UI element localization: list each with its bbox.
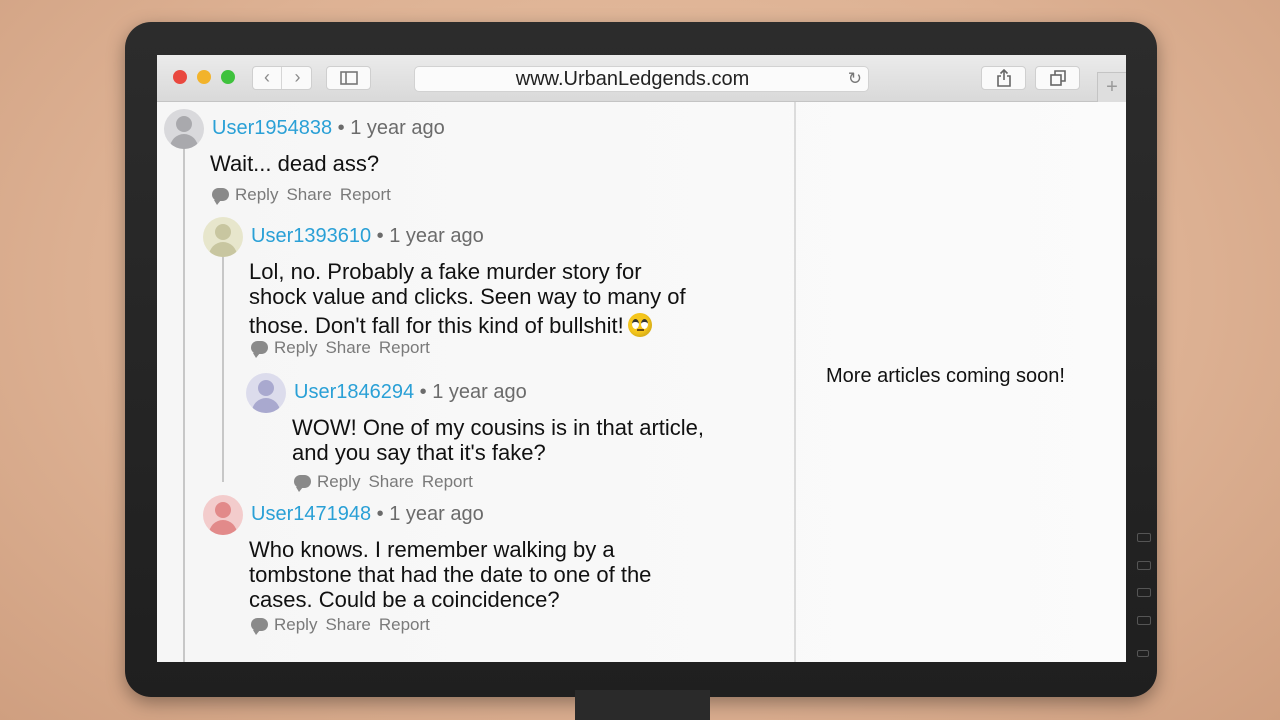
avatar-head: [176, 116, 192, 132]
reload-icon[interactable]: ↻: [848, 68, 862, 90]
comment-actions: Reply Share Report: [212, 185, 391, 205]
share-link[interactable]: Share: [325, 338, 370, 357]
reply-button[interactable]: Reply: [235, 185, 278, 204]
minimize-window-button[interactable]: [197, 70, 211, 84]
comment-bubble-icon: [251, 618, 268, 635]
reply-button[interactable]: Reply: [274, 615, 317, 634]
report-link[interactable]: Report: [422, 472, 473, 491]
comment-line: tombstone that had the date to one of th…: [249, 562, 652, 587]
avatar[interactable]: [203, 495, 243, 535]
column-divider: [794, 102, 796, 662]
username-link[interactable]: User1471948: [251, 503, 371, 525]
comment-meta: User1471948 • 1 year ago: [251, 503, 484, 526]
share-button[interactable]: [981, 66, 1026, 90]
sidebar-icon: [339, 71, 358, 85]
share-icon: [996, 68, 1011, 87]
chevron-right-icon[interactable]: ›: [283, 67, 312, 89]
share-link[interactable]: Share: [368, 472, 413, 491]
comment-line: shock value and clicks. Seen way to many…: [249, 284, 686, 309]
username-link[interactable]: User1393610: [251, 225, 371, 247]
comment-line: those. Don't fall for this kind of bulls…: [249, 313, 624, 338]
comment-bubble-icon: [212, 188, 229, 205]
sidebar-message: More articles coming soon!: [826, 365, 1065, 387]
monitor-stand: [575, 690, 710, 720]
comment-line: Wait... dead ass?: [210, 151, 380, 176]
comment-actions: Reply Share Report: [251, 338, 430, 358]
reply-button[interactable]: Reply: [274, 338, 317, 357]
url-text: www.UrbanLedgends.com: [515, 68, 750, 90]
comment-bubble-icon: [294, 475, 311, 492]
username-link[interactable]: User1846294: [294, 381, 414, 403]
share-link[interactable]: Share: [286, 185, 331, 204]
comment-line: Who knows. I remember walking by a: [249, 537, 615, 562]
report-link[interactable]: Report: [379, 615, 430, 634]
comment-line: cases. Could be a coincidence?: [249, 587, 560, 612]
avatar-body: [209, 242, 237, 257]
comment-meta: User1846294 • 1 year ago: [294, 381, 527, 404]
comment-text: Who knows. I remember walking by a tombs…: [249, 537, 651, 612]
comment-text: Lol, no. Probably a fake murder story fo…: [249, 259, 686, 338]
timestamp: • 1 year ago: [419, 381, 527, 403]
browser-toolbar: ‹ › www.UrbanLedgends.com ↻ +: [157, 55, 1126, 102]
monitor-button[interactable]: [1137, 616, 1151, 625]
monitor-button[interactable]: [1137, 561, 1151, 570]
avatar[interactable]: [164, 109, 204, 149]
comment-line: Lol, no. Probably a fake murder story fo…: [249, 259, 642, 284]
monitor-button[interactable]: [1137, 533, 1151, 542]
avatar[interactable]: [203, 217, 243, 257]
avatar[interactable]: [246, 373, 286, 413]
comment-meta: User1954838 • 1 year ago: [212, 117, 445, 140]
share-link[interactable]: Share: [325, 615, 370, 634]
history-nav: ‹ ›: [252, 66, 312, 90]
comment-actions: Reply Share Report: [251, 615, 430, 635]
avatar-body: [209, 520, 237, 535]
rolling-eyes-emoji-icon: [627, 313, 652, 337]
zoom-window-button[interactable]: [221, 70, 235, 84]
close-window-button[interactable]: [173, 70, 187, 84]
browser-window: ‹ › www.UrbanLedgends.com ↻ + User195483…: [157, 55, 1126, 662]
monitor-button[interactable]: [1137, 588, 1151, 597]
avatar-head: [215, 502, 231, 518]
avatar-head: [258, 380, 274, 396]
tabs-icon: [1049, 70, 1066, 86]
sidebar-toggle-button[interactable]: [326, 66, 371, 90]
timestamp: • 1 year ago: [376, 503, 484, 525]
comment-text: Wait... dead ass?: [210, 151, 379, 176]
comment-bubble-icon: [251, 341, 268, 358]
username-link[interactable]: User1954838: [212, 117, 332, 139]
power-button[interactable]: [1137, 650, 1149, 657]
report-link[interactable]: Report: [379, 338, 430, 357]
comment-meta: User1393610 • 1 year ago: [251, 225, 484, 248]
show-tabs-button[interactable]: [1035, 66, 1080, 90]
comment-actions: Reply Share Report: [294, 472, 473, 492]
address-bar[interactable]: www.UrbanLedgends.com ↻: [414, 66, 869, 92]
report-link[interactable]: Report: [340, 185, 391, 204]
page-content: User1954838 • 1 year ago Wait... dead as…: [157, 102, 1126, 662]
chevron-left-icon[interactable]: ‹: [253, 67, 282, 89]
timestamp: • 1 year ago: [337, 117, 445, 139]
comment-text: WOW! One of my cousins is in that articl…: [292, 415, 704, 465]
comment-line-with-emoji: those. Don't fall for this kind of bulls…: [249, 309, 686, 338]
avatar-head: [215, 224, 231, 240]
avatar-body: [170, 134, 198, 149]
thread-line: [222, 256, 224, 482]
thread-line: [183, 136, 185, 662]
comment-line: and you say that it's fake?: [292, 440, 546, 465]
comment-line: WOW! One of my cousins is in that articl…: [292, 415, 705, 440]
timestamp: • 1 year ago: [376, 225, 484, 247]
reply-button[interactable]: Reply: [317, 472, 360, 491]
avatar-body: [252, 398, 280, 413]
new-tab-button[interactable]: +: [1097, 72, 1126, 102]
